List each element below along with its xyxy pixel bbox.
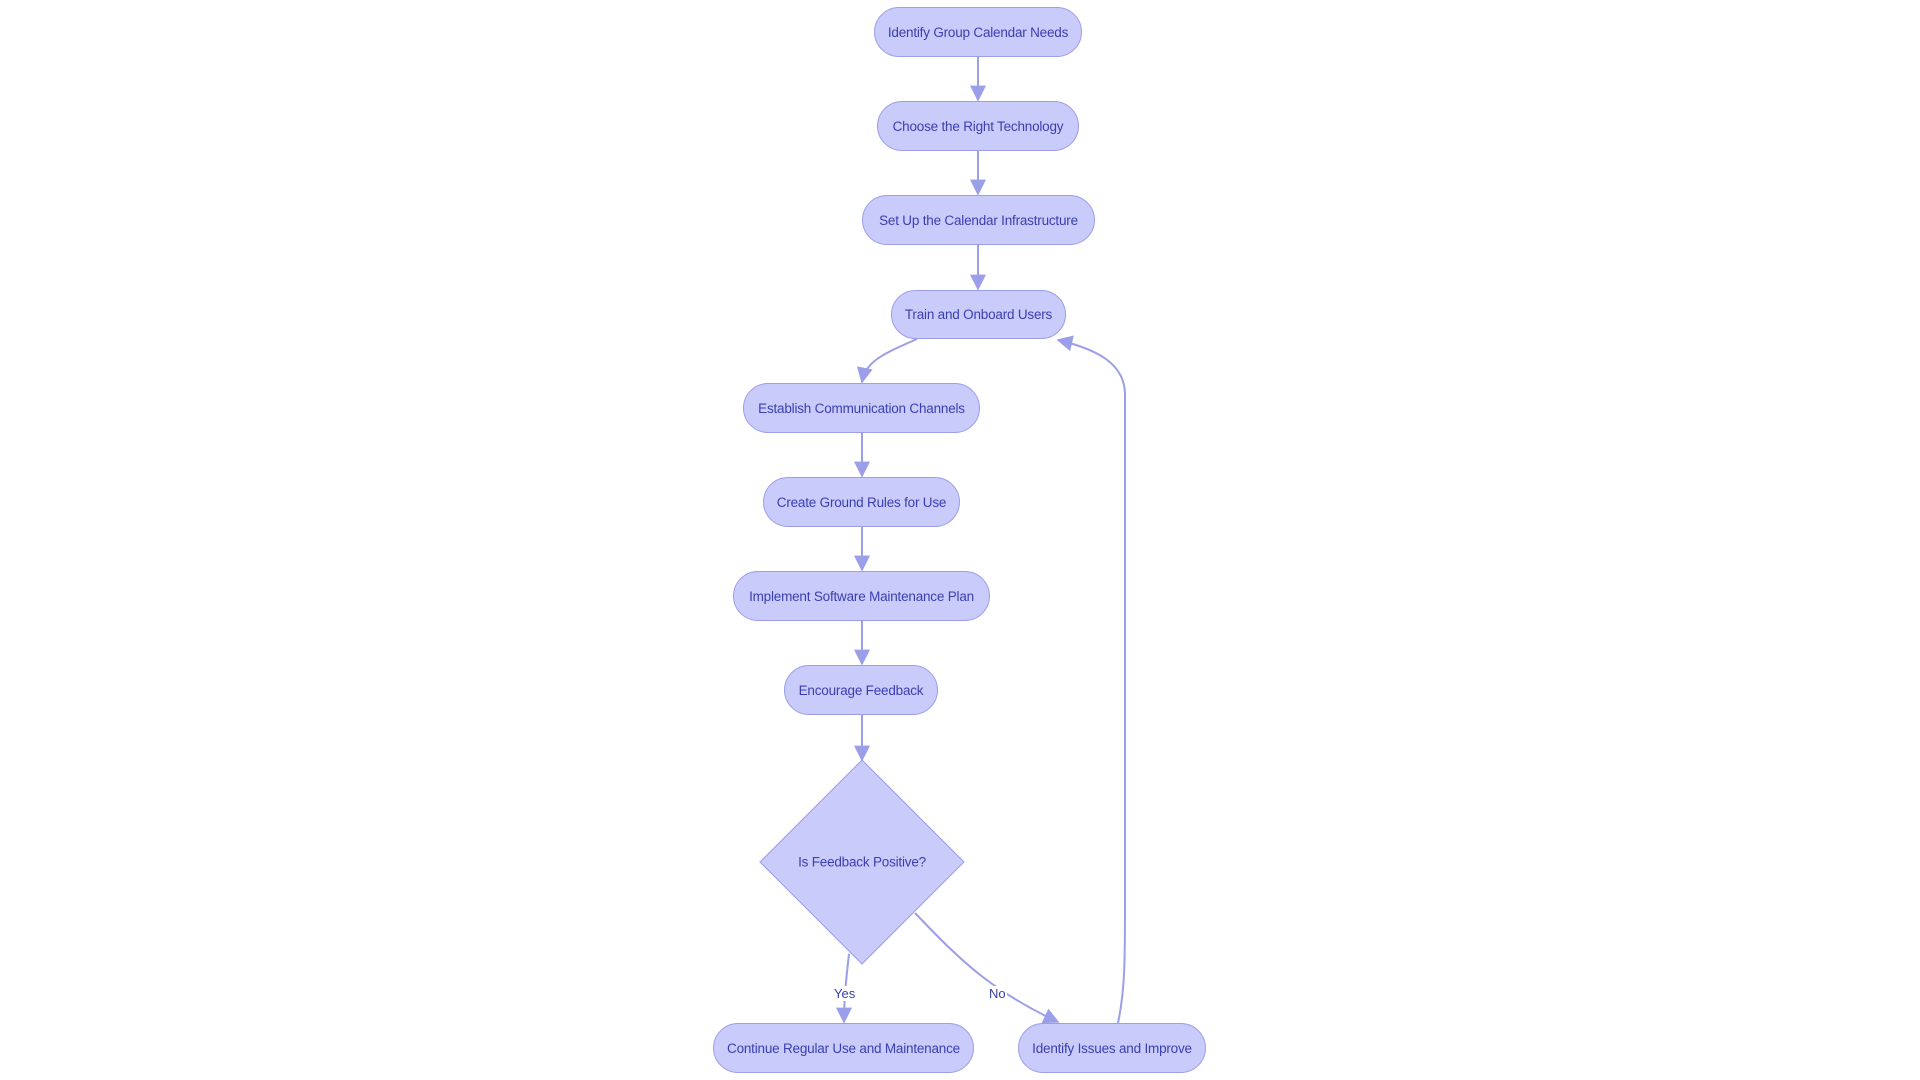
- edge-n4-n5: [856, 338, 918, 384]
- flowchart-edges: [759, 57, 1126, 1024]
- node-choose-right-technology: Choose the Right Technology: [877, 101, 1079, 151]
- node-identify-group-calendar-needs: Identify Group Calendar Needs: [874, 7, 1082, 57]
- node-implement-maintenance-plan: Implement Software Maintenance Plan: [733, 571, 990, 621]
- node-set-up-calendar-infrastructure: Set Up the Calendar Infrastructure: [862, 195, 1095, 245]
- node-create-ground-rules: Create Ground Rules for Use: [763, 477, 960, 527]
- edge-label-yes: Yes: [833, 986, 857, 1001]
- node-continue-regular-use: Continue Regular Use and Maintenance: [713, 1023, 974, 1073]
- node-identify-issues-improve: Identify Issues and Improve: [1018, 1023, 1206, 1073]
- edge-label-no: No: [988, 986, 1007, 1001]
- node-establish-communication-channels: Establish Communication Channels: [743, 383, 980, 433]
- edge-n11-n4: [1056, 335, 1126, 1024]
- node-train-onboard-users: Train and Onboard Users: [891, 290, 1066, 339]
- node-encourage-feedback: Encourage Feedback: [784, 665, 938, 715]
- decision-is-feedback-positive: Is Feedback Positive?: [798, 854, 926, 870]
- edge-n9-n11: [914, 912, 1060, 1024]
